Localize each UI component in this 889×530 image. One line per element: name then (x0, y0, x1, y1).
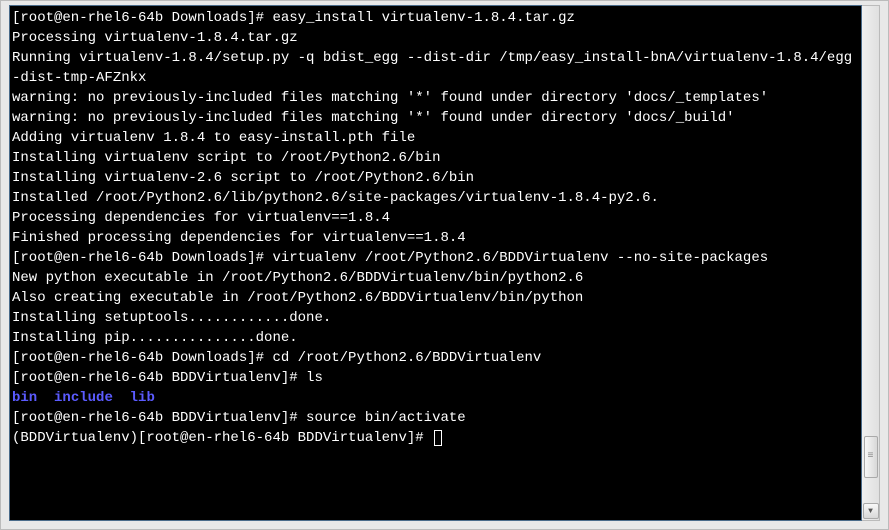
terminal-line: [root@en-rhel6-64b BDDVirtualenv]# ls (12, 368, 859, 388)
scroll-down-button[interactable]: ▼ (863, 503, 879, 519)
terminal-line: Installing setuptools............done. (12, 308, 859, 328)
terminal-line: Adding virtualenv 1.8.4 to easy-install.… (12, 128, 859, 148)
terminal-line: Processing dependencies for virtualenv==… (12, 208, 859, 228)
terminal-line: New python executable in /root/Python2.6… (12, 268, 859, 288)
terminal-line: Installing pip...............done. (12, 328, 859, 348)
terminal-line: [root@en-rhel6-64b Downloads]# virtualen… (12, 248, 859, 268)
terminal-line: Also creating executable in /root/Python… (12, 288, 859, 308)
terminal-line: [root@en-rhel6-64b Downloads]# easy_inst… (12, 8, 859, 28)
directory-name: bin (12, 390, 37, 406)
terminal-line: Finished processing dependencies for vir… (12, 228, 859, 248)
scrollbar[interactable]: ▼ (862, 5, 880, 521)
terminal-line: Processing virtualenv-1.8.4.tar.gz (12, 28, 859, 48)
directory-name: include (54, 390, 113, 406)
terminal-container: [root@en-rhel6-64b Downloads]# easy_inst… (0, 0, 889, 530)
cursor (434, 430, 442, 446)
terminal-line: warning: no previously-included files ma… (12, 108, 859, 128)
terminal-line: warning: no previously-included files ma… (12, 88, 859, 108)
scrollbar-thumb[interactable] (864, 436, 878, 478)
terminal-line: Installing virtualenv-2.6 script to /roo… (12, 168, 859, 188)
terminal-line: Installing virtualenv script to /root/Py… (12, 148, 859, 168)
directory-name: lib (130, 390, 155, 406)
terminal-line: Installed /root/Python2.6/lib/python2.6/… (12, 188, 859, 208)
terminal-line: [root@en-rhel6-64b BDDVirtualenv]# sourc… (12, 408, 859, 428)
terminal-output[interactable]: [root@en-rhel6-64b Downloads]# easy_inst… (9, 5, 862, 521)
terminal-line: (BDDVirtualenv)[root@en-rhel6-64b BDDVir… (12, 428, 859, 448)
terminal-line: [root@en-rhel6-64b Downloads]# cd /root/… (12, 348, 859, 368)
terminal-line: bin include lib (12, 388, 859, 408)
terminal-line: Running virtualenv-1.8.4/setup.py -q bdi… (12, 48, 859, 88)
